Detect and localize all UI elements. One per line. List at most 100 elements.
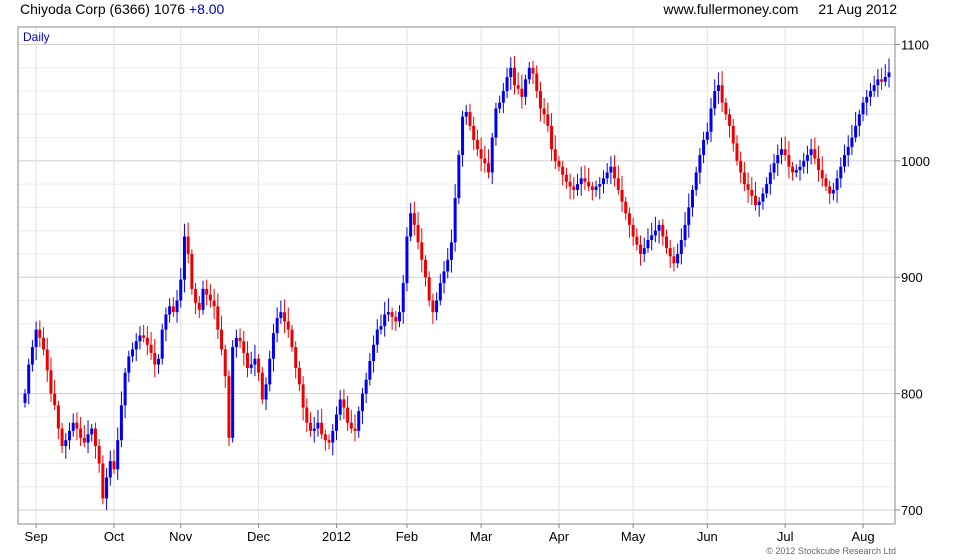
candle-body [746, 184, 750, 190]
candle-body [561, 166, 565, 175]
candle-body [709, 108, 713, 132]
candle-body [223, 349, 227, 377]
candle-body [238, 337, 242, 342]
candle-body [105, 477, 109, 499]
candle-body [360, 393, 364, 412]
candle-body [234, 337, 238, 348]
candle-body [676, 253, 680, 264]
candle-body [550, 125, 554, 150]
candle-body [520, 88, 524, 97]
candle-body [149, 344, 153, 353]
candle-body [672, 256, 676, 264]
x-tick-label: Jun [697, 529, 718, 544]
x-tick-label: Sep [25, 529, 48, 544]
x-tick-label: Aug [851, 529, 874, 544]
x-tick-label: Mar [470, 529, 493, 544]
candle-body [720, 85, 724, 103]
candle-body [331, 430, 335, 443]
candle-body [212, 300, 216, 307]
candle-body [527, 67, 531, 80]
candle-body [609, 166, 613, 173]
candle-body [90, 428, 94, 435]
candle-body [627, 213, 631, 225]
candle-body [557, 160, 561, 167]
candle-body [505, 77, 509, 92]
candle-body [754, 195, 758, 206]
candle-body [694, 172, 698, 190]
y-tick-label: 700 [901, 503, 923, 518]
candle-body [846, 146, 850, 156]
axis-layer: 700 800 900 1000 1100 Sep Oct Nov Dec 2012 Feb Mar A… [25, 37, 930, 544]
candle-body [283, 312, 287, 322]
candle-body [153, 352, 157, 365]
candle-body [264, 384, 268, 400]
candle-body [839, 166, 843, 179]
candle-body [164, 314, 168, 330]
candle-body [323, 434, 327, 441]
candle-body [624, 201, 628, 214]
candle-body [598, 184, 602, 187]
candle-body [583, 178, 587, 182]
candle-body [501, 91, 505, 103]
candle-body [186, 236, 190, 254]
candle-body [809, 149, 813, 156]
candle-body [742, 172, 746, 185]
candle-body [768, 172, 772, 185]
candle-body [843, 155, 847, 167]
candle-body [620, 189, 624, 202]
candle-body [379, 326, 383, 330]
candle-body [642, 248, 646, 254]
candle-body [286, 321, 290, 330]
candle-body [208, 294, 212, 301]
candle-body [372, 344, 376, 362]
candle-body [119, 405, 123, 441]
candle-body [79, 428, 83, 438]
candles-layer [23, 56, 891, 511]
candle-body [861, 102, 865, 115]
candle-body [357, 411, 361, 431]
candle-body [42, 337, 46, 350]
candle-body [464, 111, 468, 117]
candle-body [457, 155, 461, 199]
candle-body [820, 170, 824, 179]
candle-body [342, 399, 346, 408]
candle-body [290, 329, 294, 348]
candle-body [616, 178, 620, 190]
x-tick-label: Apr [549, 529, 570, 544]
candle-body [661, 224, 665, 237]
candle-body [516, 85, 520, 89]
candle-body [216, 306, 220, 330]
candle-body [30, 347, 34, 365]
candle-body [498, 102, 502, 109]
candle-body [776, 155, 780, 164]
candle-body [705, 131, 709, 140]
candle-body [787, 155, 791, 167]
candle-body [475, 139, 479, 150]
y-tick-label: 800 [901, 387, 923, 402]
candle-body [805, 155, 809, 161]
candle-body [305, 407, 309, 423]
candle-body [876, 79, 880, 86]
candle-body [538, 91, 542, 109]
candle-body [190, 253, 194, 289]
candle-body [587, 181, 591, 187]
candle-body [49, 370, 53, 394]
x-tick-label: Jul [777, 529, 794, 544]
candle-body [349, 422, 353, 429]
candle-body [301, 384, 305, 408]
candle-body [772, 163, 776, 173]
candle-body [817, 158, 821, 171]
candle-body [338, 399, 342, 415]
candle-body [427, 277, 431, 301]
candle-body [572, 186, 576, 190]
grid-layer [18, 27, 895, 524]
candle-body [435, 300, 439, 313]
candle-body [731, 125, 735, 144]
candle-body [791, 166, 795, 173]
candle-body [249, 364, 253, 369]
candle-body [728, 114, 732, 126]
y-tick-label: 1000 [901, 154, 930, 169]
candle-body [64, 440, 68, 447]
candle-body [531, 67, 535, 74]
candle-body [579, 178, 583, 185]
